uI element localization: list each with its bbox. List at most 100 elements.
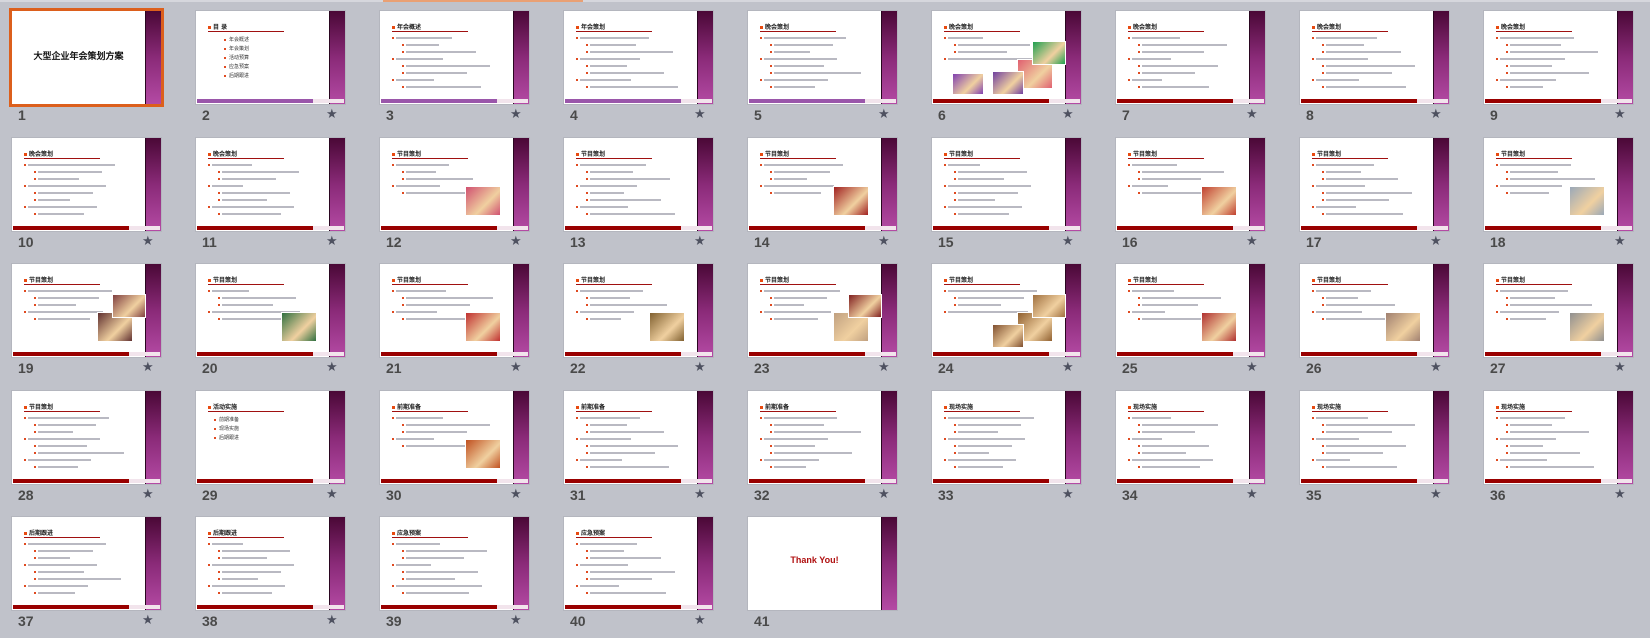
- star-icon[interactable]: ★: [142, 487, 154, 502]
- star-icon[interactable]: ★: [694, 360, 706, 375]
- star-icon[interactable]: ★: [142, 234, 154, 249]
- slide-thumbnail-11[interactable]: 晚会策划: [196, 138, 345, 231]
- slide-thumbnail-29[interactable]: 活动实施 前期准备 现场实施 后期跟进: [196, 391, 345, 484]
- bullet-icon: [24, 564, 26, 566]
- slide-thumbnail-22[interactable]: 节目策划: [564, 264, 713, 357]
- star-icon[interactable]: ★: [326, 107, 338, 122]
- star-icon[interactable]: ★: [326, 234, 338, 249]
- slide-thumbnail-20[interactable]: 节目策划: [196, 264, 345, 357]
- slide-thumbnail-28[interactable]: 节目策划: [12, 391, 161, 484]
- star-icon[interactable]: ★: [510, 613, 522, 628]
- slide-thumbnail-15[interactable]: 节目策划: [932, 138, 1081, 231]
- slide-thumbnail-13[interactable]: 节目策划: [564, 138, 713, 231]
- star-icon[interactable]: ★: [326, 360, 338, 375]
- star-icon[interactable]: ★: [694, 613, 706, 628]
- slide-thumbnail-27[interactable]: 节目策划: [1484, 264, 1633, 357]
- slide-thumbnail-32[interactable]: 前期准备: [748, 391, 897, 484]
- star-icon[interactable]: ★: [1614, 107, 1626, 122]
- slide-thumbnail-7[interactable]: 晚会策划: [1116, 11, 1265, 104]
- slide-thumbnail-30[interactable]: 前期准备: [380, 391, 529, 484]
- star-icon[interactable]: ★: [1062, 487, 1074, 502]
- bullet-icon: [954, 192, 956, 194]
- slide-thumbnail-18[interactable]: 节目策划: [1484, 138, 1633, 231]
- star-icon[interactable]: ★: [878, 234, 890, 249]
- star-icon[interactable]: ★: [878, 360, 890, 375]
- bullet-icon: [208, 206, 210, 208]
- title-bullet-icon: [24, 153, 27, 156]
- star-icon[interactable]: ★: [694, 487, 706, 502]
- slide-thumbnail-35[interactable]: 现场实施: [1300, 391, 1449, 484]
- slide-thumbnail-10[interactable]: 晚会策划: [12, 138, 161, 231]
- star-icon[interactable]: ★: [1430, 107, 1442, 122]
- bullet-icon: [34, 199, 36, 201]
- star-icon[interactable]: ★: [510, 234, 522, 249]
- slide-image: [952, 73, 984, 95]
- slide-title: 节目策划: [1128, 275, 1157, 284]
- slide-thumbnail-6[interactable]: 晚会策划: [932, 11, 1081, 104]
- star-icon[interactable]: ★: [1062, 360, 1074, 375]
- bullet-icon: [34, 550, 36, 552]
- star-icon[interactable]: ★: [878, 107, 890, 122]
- star-icon[interactable]: ★: [878, 487, 890, 502]
- slide-thumbnail-33[interactable]: 现场实施: [932, 391, 1081, 484]
- slide-thumbnail-1[interactable]: 大型企业年会策划方案: [12, 11, 161, 104]
- slide-thumbnail-14[interactable]: 节目策划: [748, 138, 897, 231]
- slide-thumbnail-3[interactable]: 年会概述: [380, 11, 529, 104]
- star-icon[interactable]: ★: [326, 613, 338, 628]
- star-icon[interactable]: ★: [1430, 487, 1442, 502]
- slide-thumbnail-31[interactable]: 前期准备: [564, 391, 713, 484]
- slide-thumbnail-41[interactable]: Thank You!: [748, 517, 897, 610]
- star-icon[interactable]: ★: [1246, 107, 1258, 122]
- star-icon[interactable]: ★: [1430, 360, 1442, 375]
- slide-title: 节目策划: [760, 149, 789, 158]
- slide-thumbnail-12[interactable]: 节目策划: [380, 138, 529, 231]
- slide-footer-bar: [197, 479, 313, 483]
- slide-thumbnail-38[interactable]: 后期跟进: [196, 517, 345, 610]
- slide-thumbnail-37[interactable]: 后期跟进: [12, 517, 161, 610]
- star-icon[interactable]: ★: [1062, 234, 1074, 249]
- slide-thumbnail-17[interactable]: 节目策划: [1300, 138, 1449, 231]
- star-icon[interactable]: ★: [694, 107, 706, 122]
- star-icon[interactable]: ★: [510, 107, 522, 122]
- slide-side-band: [697, 264, 713, 357]
- slide-thumbnail-2[interactable]: 目 录年会概述 年会策划 活动预算 应急预案 后期跟进: [196, 11, 345, 104]
- star-icon[interactable]: ★: [1246, 234, 1258, 249]
- bullet-icon: [576, 206, 578, 208]
- slide-thumbnail-9[interactable]: 晚会策划: [1484, 11, 1633, 104]
- star-icon[interactable]: ★: [694, 234, 706, 249]
- title-bullet-icon: [944, 153, 947, 156]
- slide-image: [465, 439, 501, 469]
- slide-thumbnail-5[interactable]: 晚会策划: [748, 11, 897, 104]
- slide-footer-bar-end: [1233, 99, 1264, 103]
- slide-thumbnail-19[interactable]: 节目策划: [12, 264, 161, 357]
- star-icon[interactable]: ★: [1614, 487, 1626, 502]
- slide-thumbnail-24[interactable]: 节目策划: [932, 264, 1081, 357]
- slide-thumbnail-21[interactable]: 节目策划: [380, 264, 529, 357]
- slide-thumbnail-16[interactable]: 节目策划: [1116, 138, 1265, 231]
- star-icon[interactable]: ★: [1062, 107, 1074, 122]
- slide-thumbnail-4[interactable]: 年会策划: [564, 11, 713, 104]
- slide-thumbnail-26[interactable]: 节目策划: [1300, 264, 1449, 357]
- slide-thumbnail-25[interactable]: 节目策划: [1116, 264, 1265, 357]
- star-icon[interactable]: ★: [326, 487, 338, 502]
- star-icon[interactable]: ★: [1246, 487, 1258, 502]
- slide-text-line: [1326, 297, 1358, 299]
- star-icon[interactable]: ★: [1614, 360, 1626, 375]
- slide-thumbnail-39[interactable]: 应急预案: [380, 517, 529, 610]
- slide-thumbnail-34[interactable]: 现场实施: [1116, 391, 1265, 484]
- star-icon[interactable]: ★: [142, 613, 154, 628]
- star-icon[interactable]: ★: [1614, 234, 1626, 249]
- slide-thumbnail-40[interactable]: 应急预案: [564, 517, 713, 610]
- star-icon[interactable]: ★: [510, 360, 522, 375]
- slide-text-line: [396, 438, 434, 440]
- star-icon[interactable]: ★: [142, 360, 154, 375]
- slide-thumbnail-36[interactable]: 现场实施: [1484, 391, 1633, 484]
- bullet-icon: [1496, 438, 1498, 440]
- star-icon[interactable]: ★: [510, 487, 522, 502]
- star-icon[interactable]: ★: [1430, 234, 1442, 249]
- title-underline: [1312, 31, 1388, 32]
- bullet-icon: [34, 557, 36, 559]
- star-icon[interactable]: ★: [1246, 360, 1258, 375]
- slide-thumbnail-8[interactable]: 晚会策划: [1300, 11, 1449, 104]
- slide-thumbnail-23[interactable]: 节目策划: [748, 264, 897, 357]
